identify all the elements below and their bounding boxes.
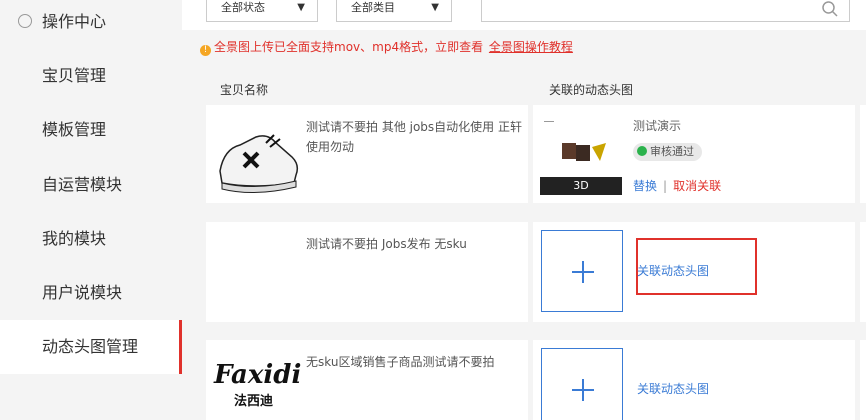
table-row: Faxidi 法西迪 无sku区域销售子商品测试请不要拍 关联动态头图 (206, 340, 866, 420)
sidebar-item-self-operated[interactable]: 自运营模块 (0, 158, 182, 212)
dynamic-cell: 关联动态头图 (533, 222, 855, 322)
filter-toolbar: 全部状态 ▼ 全部类目 ▼ (182, 0, 866, 30)
dynamic-title: 测试演示 (633, 119, 682, 133)
column-header-dynamic: 关联的动态头图 (549, 83, 634, 97)
sidebar-item-label: 自运营模块 (42, 175, 123, 194)
product-name: 测试请不要拍 Jobs发布 无sku (306, 237, 467, 251)
sidebar-item-my-modules[interactable]: 我的模块 (0, 212, 182, 266)
main-content: 全部状态 ▼ 全部类目 ▼ ! 全景图上传已全面支持mov、mp4格式，立即查看 … (182, 0, 866, 420)
sidebar-item-dynamic-header[interactable]: 动态头图管理 (0, 320, 182, 374)
sidebar-item-products[interactable]: 宝贝管理 (0, 49, 182, 103)
sidebar-item-label: 用户说模块 (42, 283, 123, 302)
dynamic-actions: 替换 | 取消关联 (633, 177, 721, 194)
sidebar-item-label: 我的模块 (42, 229, 107, 248)
product-logo-image[interactable]: Faxidi 法西迪 (214, 346, 302, 420)
table-row: 测试请不要拍 其他 jobs自动化使用 正轩使用勿动 3D 测试演示 审核通过 … (206, 105, 866, 203)
associate-dynamic-link[interactable]: 关联动态头图 (637, 380, 709, 397)
tutorial-link[interactable]: 全景图操作教程 (489, 40, 573, 54)
product-name: 测试请不要拍 其他 jobs自动化使用 正轩使用勿动 (306, 120, 522, 154)
column-header-product: 宝贝名称 (220, 83, 269, 97)
status-select[interactable]: 全部状态 ▼ (206, 0, 318, 22)
associate-dynamic-link[interactable]: 关联动态头图 (637, 262, 709, 279)
extra-cell (860, 222, 866, 322)
sidebar: 操作中心 宝贝管理 模板管理 自运营模块 我的模块 用户说模块 动态头图管理 (0, 0, 182, 420)
add-dynamic-button[interactable] (541, 230, 623, 312)
sidebar-item-user-says[interactable]: 用户说模块 (0, 266, 182, 320)
sidebar-item-label: 操作中心 (42, 12, 107, 31)
product-cell: Faxidi 法西迪 无sku区域销售子商品测试请不要拍 (206, 340, 528, 420)
dynamic-preview-image (544, 121, 606, 161)
sidebar-item-operation-center[interactable]: 操作中心 (0, 0, 182, 49)
caret-down-icon: ▼ (297, 2, 305, 13)
product-image[interactable] (214, 113, 302, 201)
sidebar-item-label: 宝贝管理 (42, 66, 107, 85)
table-row: 测试请不要拍 Jobs发布 无sku 关联动态头图 (206, 222, 866, 322)
check-icon (637, 146, 647, 156)
dynamic-cell: 3D 测试演示 审核通过 替换 | 取消关联 (533, 105, 855, 203)
replace-button[interactable]: 替换 (633, 179, 657, 193)
action-separator: | (663, 179, 668, 193)
category-select[interactable]: 全部类目 ▼ (336, 0, 452, 22)
notice-bar: ! 全景图上传已全面支持mov、mp4格式，立即查看 全景图操作教程 (200, 38, 573, 56)
extra-cell (860, 105, 866, 203)
search-icon[interactable] (821, 0, 839, 18)
sidebar-item-label: 模板管理 (42, 120, 107, 139)
status-badge: 审核通过 (633, 143, 702, 161)
add-dynamic-button[interactable] (541, 348, 623, 420)
extra-cell (860, 340, 866, 420)
info-icon: ! (200, 45, 211, 56)
product-cell: 测试请不要拍 Jobs发布 无sku (206, 222, 528, 322)
sidebar-item-templates[interactable]: 模板管理 (0, 103, 182, 157)
search-input[interactable] (481, 0, 850, 22)
sidebar-item-label: 动态头图管理 (42, 337, 139, 356)
caret-down-icon: ▼ (431, 2, 439, 13)
product-name: 无sku区域销售子商品测试请不要拍 (306, 355, 495, 369)
cancel-association-button[interactable]: 取消关联 (673, 179, 721, 193)
dynamic-cell: 关联动态头图 (533, 340, 855, 420)
3d-tag: 3D (540, 177, 622, 195)
gear-icon (18, 13, 32, 28)
product-cell: 测试请不要拍 其他 jobs自动化使用 正轩使用勿动 (206, 105, 528, 203)
